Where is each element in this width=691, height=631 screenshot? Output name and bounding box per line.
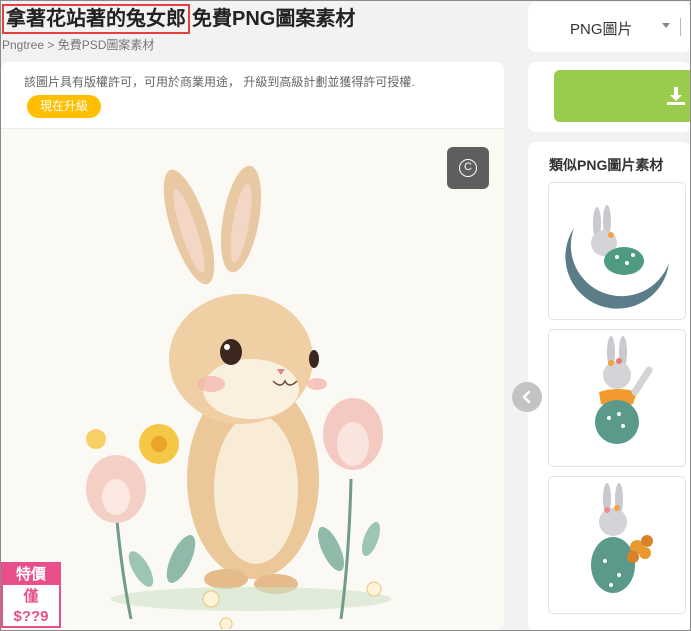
title-suffix: 免費PNG圖案素材 [192,8,356,30]
bunny-with-flowers-image [591,483,653,593]
promo-label: 特價 [3,564,59,585]
license-notice: 該圖片具有版權許可，可用於商業用途， 升級到高級計劃並獲得許可授權. [24,75,415,89]
promo-price: $??9 [13,608,49,625]
bunny-waving-image [595,336,653,444]
breadcrumb-separator: > [47,38,55,52]
format-select[interactable]: PNG圖片 [528,2,691,52]
copyright-icon: C [459,159,477,177]
breadcrumb-category[interactable]: 免費PSD圖案素材 [58,38,155,52]
format-value: PNG圖片 [570,21,633,38]
chevron-left-icon [522,390,531,404]
similar-item-bunny-waving[interactable] [548,329,686,467]
previous-button[interactable] [512,382,542,412]
page-title: 拿著花站著的兔女郎 免費PNG圖案素材 [2,4,355,34]
title-highlight: 拿著花站著的兔女郎 [2,4,190,34]
caret-down-icon [662,23,670,28]
promo-tag[interactable]: 特價 僅 $??9 [1,562,61,628]
download-card [528,62,691,132]
similar-item-bunny-with-flowers[interactable] [548,476,686,614]
download-icon [667,87,685,105]
preview-image: C [1,129,504,631]
preview-card: 該圖片具有版權許可，可用於商業用途， 升級到高級計劃並獲得許可授權. 現在升級 [1,62,504,631]
bunny-illustration [86,165,391,629]
copyright-badge[interactable]: C [447,147,489,189]
download-button[interactable] [554,70,691,122]
similar-panel: 類似PNG圖片素材 [528,142,691,631]
promo-only: 僅 [23,588,39,605]
upgrade-button[interactable]: 現在升級 [27,95,101,118]
breadcrumb-home[interactable]: Pngtree [2,38,44,52]
similar-title: 類似PNG圖片素材 [549,157,664,173]
bunny-on-moon-image [565,205,669,309]
breadcrumb: Pngtree > 免費PSD圖案素材 [2,36,154,53]
similar-item-bunny-on-moon[interactable] [548,182,686,320]
format-divider [680,18,681,36]
